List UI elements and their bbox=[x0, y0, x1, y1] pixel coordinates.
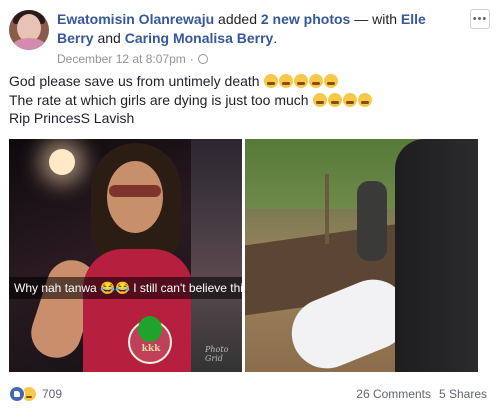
crying-emoji-icon bbox=[358, 92, 373, 107]
crying-emoji-icon bbox=[294, 74, 309, 88]
tree-logo-icon bbox=[138, 316, 162, 342]
crying-emoji-icon bbox=[279, 74, 294, 88]
more-options-icon: ••• bbox=[472, 13, 488, 25]
crying-emoji-icon bbox=[328, 92, 343, 107]
photos-link[interactable]: 2 new photos bbox=[261, 11, 350, 27]
tagged-user-2[interactable]: Caring Monalisa Berry bbox=[125, 30, 274, 46]
photo-watermark: Photo Grid bbox=[205, 345, 229, 363]
post-text: God please save us from untimely death T… bbox=[9, 72, 479, 128]
action-text: added bbox=[218, 11, 257, 27]
and-text: and bbox=[97, 30, 121, 46]
avatar[interactable] bbox=[9, 10, 49, 50]
photo-left[interactable] bbox=[9, 139, 242, 372]
with-text: — with bbox=[354, 11, 398, 27]
globe-icon[interactable] bbox=[197, 54, 208, 64]
author-name[interactable]: Ewatomisin Olanrewaju bbox=[57, 11, 214, 27]
photo-caption: Why nah tanwa 😂😂 I still can't believe t… bbox=[9, 277, 242, 299]
crying-emoji-icon bbox=[309, 74, 324, 88]
comments-link[interactable]: 26 Comments bbox=[356, 387, 431, 401]
timestamp[interactable]: December 12 at 8:07pm bbox=[57, 52, 186, 66]
photo-logo-text: kkk bbox=[141, 344, 161, 354]
crying-emoji-icon bbox=[343, 92, 358, 107]
post-text-line2: The rate at which girls are dying is jus… bbox=[9, 91, 479, 110]
crying-emoji-icon bbox=[264, 74, 279, 88]
meta-separator: · bbox=[189, 52, 194, 66]
like-icon[interactable] bbox=[9, 386, 25, 402]
crying-emoji-icon bbox=[324, 74, 339, 88]
post-header: Ewatomisin Olanrewaju added 2 new photos… bbox=[57, 10, 457, 48]
photo-right[interactable] bbox=[245, 139, 478, 372]
post-meta: December 12 at 8:07pm · bbox=[57, 52, 208, 66]
post-options-button[interactable]: ••• bbox=[470, 9, 490, 29]
shares-link[interactable]: 5 Shares bbox=[439, 387, 487, 401]
facebook-post: Ewatomisin Olanrewaju added 2 new photos… bbox=[0, 0, 496, 411]
post-footer: 709 26 Comments 5 Shares bbox=[9, 384, 487, 404]
post-text-line1: God please save us from untimely death bbox=[9, 72, 479, 91]
period: . bbox=[273, 30, 278, 46]
reaction-count[interactable]: 709 bbox=[42, 387, 62, 401]
crying-emoji-icon bbox=[313, 92, 328, 107]
post-text-line3: Rip PrincesS Lavish bbox=[9, 110, 135, 126]
